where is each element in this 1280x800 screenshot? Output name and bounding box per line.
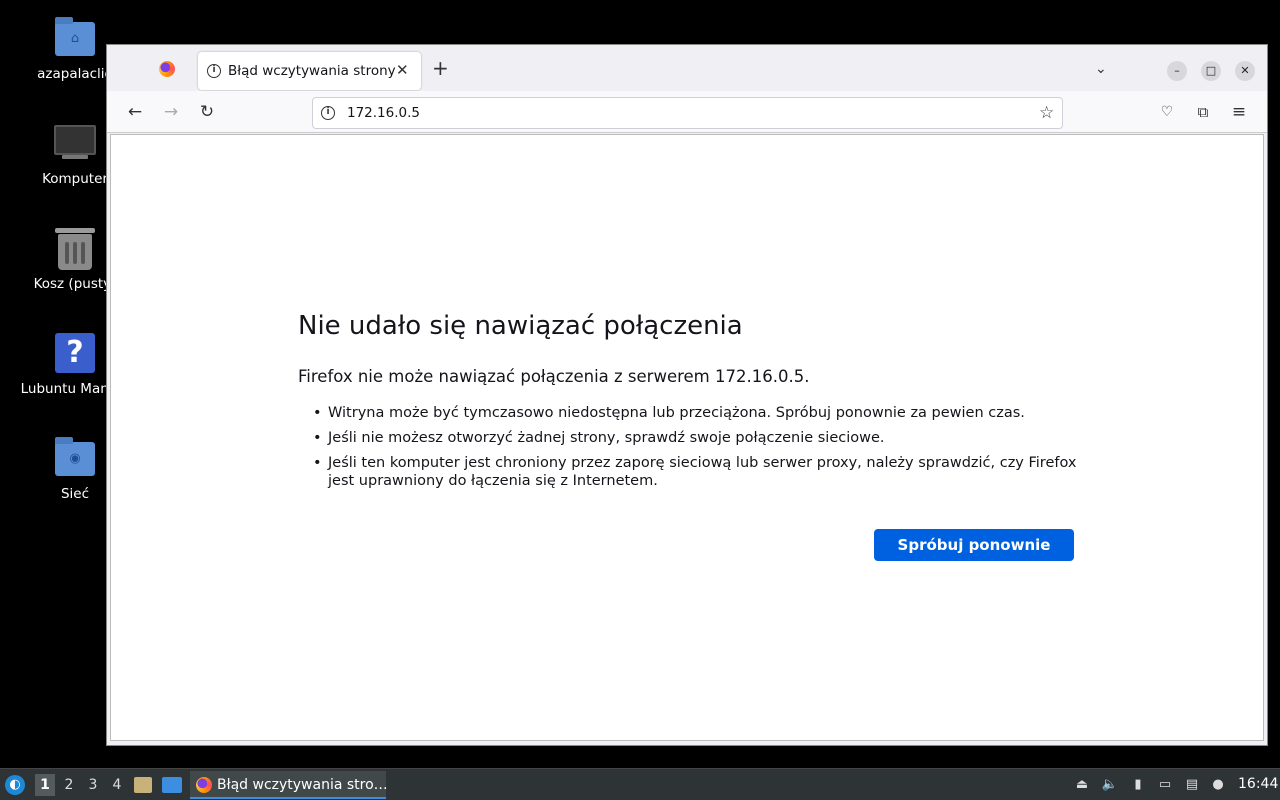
list-item: Jeśli ten komputer jest chroniony przez … — [298, 454, 1078, 490]
desktop-icon-network[interactable]: ◉ Sieć — [10, 434, 107, 502]
back-icon[interactable]: ← — [124, 101, 146, 123]
nav-bar: ← → ↻ i 172.16.0.5 ☆ ♡ ⧉ ≡ — [107, 91, 1267, 133]
firefox-icon — [196, 777, 212, 793]
network-icon[interactable]: ▭ — [1155, 775, 1175, 795]
retry-button[interactable]: Spróbuj ponownie — [874, 529, 1074, 561]
tab-active[interactable]: i Błąd wczytywania strony ✕ — [198, 52, 421, 90]
desktop-icon-label: azapalaclie — [37, 66, 107, 82]
volume-icon[interactable]: 🔈 — [1100, 775, 1120, 795]
reload-icon[interactable]: ↻ — [196, 101, 218, 123]
desktop-icon-label: Komputer — [42, 171, 107, 187]
list-item: Jeśli nie możesz otworzyć żadnej strony,… — [298, 429, 1078, 447]
pocket-icon[interactable]: ♡ — [1156, 101, 1178, 123]
page-content: Nie udało się nawiązać połączenia Firefo… — [110, 134, 1264, 741]
desktop-icon-computer[interactable]: Komputer — [10, 119, 107, 187]
url-text: 172.16.0.5 — [347, 105, 420, 121]
maximize-button[interactable]: □ — [1201, 61, 1221, 81]
info-icon: i — [207, 64, 221, 78]
taskbar: ◐ 1 2 3 4 Błąd wczytywania stro… ⏏ 🔈 ▮ ▭… — [0, 768, 1280, 800]
list-tabs-chevron-icon[interactable]: ⌄ — [1095, 61, 1107, 77]
start-menu-icon[interactable]: ◐ — [5, 775, 25, 795]
file-manager-icon[interactable] — [134, 775, 154, 795]
error-suggestions: Witryna może być tymczasowo niedostępna … — [298, 404, 1078, 497]
eject-icon[interactable]: ⏏ — [1072, 775, 1092, 795]
extensions-icon[interactable]: ⧉ — [1192, 101, 1214, 123]
desktop-icon-manual[interactable]: ? Lubuntu Manual — [10, 329, 107, 397]
computer-icon — [52, 119, 98, 165]
home-folder-icon: ⌂ — [55, 17, 95, 56]
forward-icon[interactable]: → — [160, 101, 182, 123]
firefox-window: i Błąd wczytywania strony ✕ + ⌄ – □ ✕ ← … — [106, 44, 1268, 746]
url-bar[interactable]: i 172.16.0.5 ☆ — [312, 97, 1063, 129]
task-label: Błąd wczytywania stro… — [217, 777, 388, 793]
network-folder-icon: ◉ — [55, 437, 95, 476]
site-info-icon[interactable]: i — [321, 106, 335, 120]
workspace-1[interactable]: 1 — [35, 774, 55, 796]
list-item: Witryna może być tymczasowo niedostępna … — [298, 404, 1078, 422]
workspace-4[interactable]: 4 — [107, 774, 127, 796]
desktop-icon-label: Sieć — [60, 486, 90, 502]
taskbar-task-firefox[interactable]: Błąd wczytywania stro… — [190, 771, 388, 799]
desktop-icon-home[interactable]: ⌂ azapalaclie — [10, 14, 107, 82]
clock: 16:44 — [1238, 776, 1279, 792]
new-tab-button[interactable]: + — [432, 58, 449, 78]
trash-icon — [52, 224, 98, 270]
desktop-icon-label: Lubuntu Manual — [20, 381, 107, 397]
show-desktop-icon[interactable] — [162, 775, 182, 795]
battery-icon[interactable]: ▮ — [1128, 775, 1148, 795]
help-icon: ? — [55, 333, 95, 373]
clipboard-icon[interactable]: ▤ — [1182, 775, 1202, 795]
workspace-2[interactable]: 2 — [59, 774, 79, 796]
firefox-icon — [159, 61, 175, 77]
close-window-button[interactable]: ✕ — [1235, 61, 1255, 81]
error-title: Nie udało się nawiązać połączenia — [298, 311, 743, 341]
tab-title: Błąd wczytywania strony — [228, 63, 396, 79]
tab-bar: i Błąd wczytywania strony ✕ + ⌄ – □ ✕ — [107, 45, 1267, 91]
bookmark-star-icon[interactable]: ☆ — [1039, 103, 1054, 123]
desktop-icon-trash[interactable]: Kosz (pusty) — [10, 224, 107, 292]
tab-close-icon[interactable]: ✕ — [396, 61, 409, 79]
error-description: Firefox nie może nawiązać połączenia z s… — [298, 367, 810, 386]
desktop-icons-area: ⌂ azapalaclie Komputer Kosz (pusty) ? Lu… — [0, 0, 107, 768]
minimize-button[interactable]: – — [1167, 61, 1187, 81]
workspace-3[interactable]: 3 — [83, 774, 103, 796]
menu-icon[interactable]: ≡ — [1228, 101, 1250, 123]
pinned-tab[interactable] — [159, 61, 181, 83]
notification-icon[interactable]: ● — [1208, 775, 1228, 795]
desktop-icon-label: Kosz (pusty) — [33, 276, 107, 292]
